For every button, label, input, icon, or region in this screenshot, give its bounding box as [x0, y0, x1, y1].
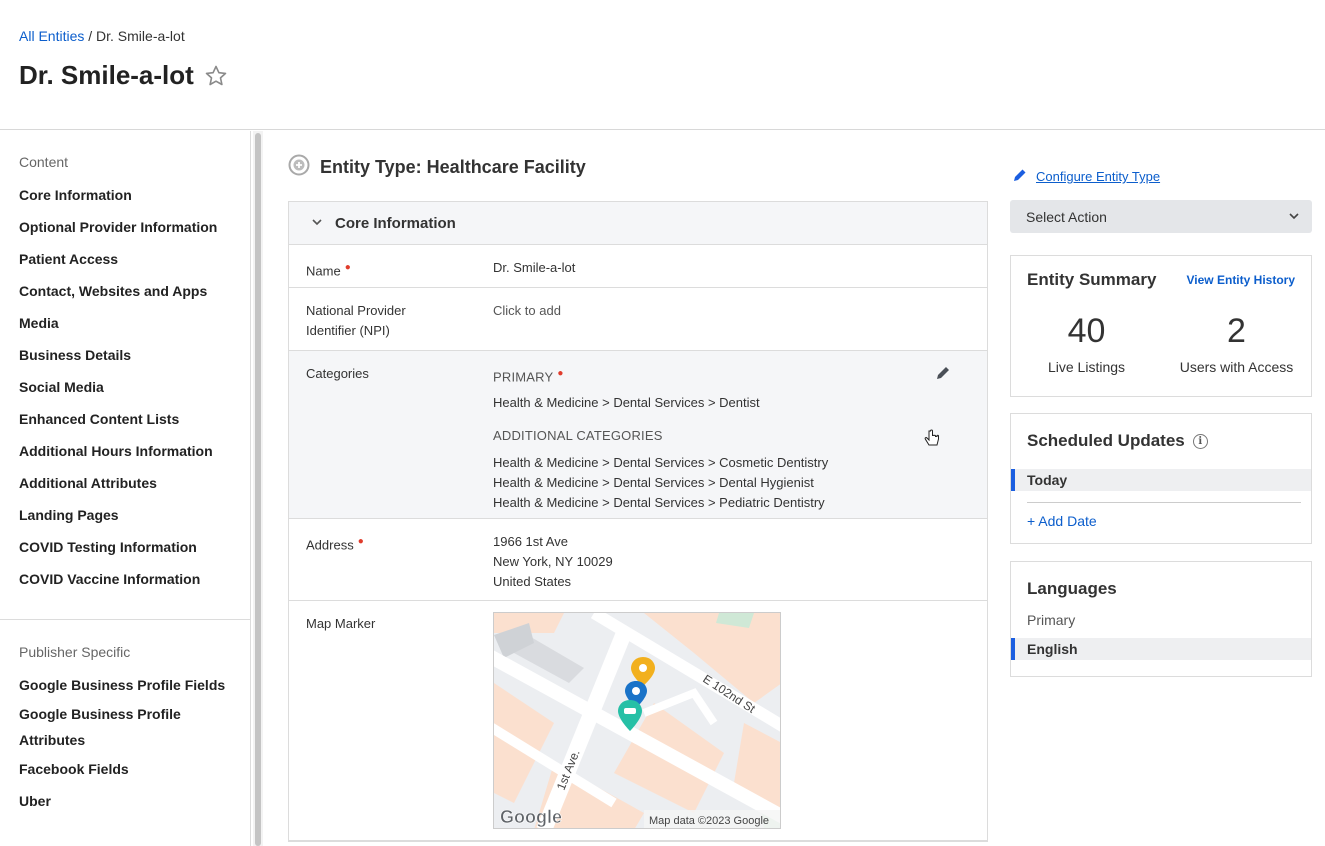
- star-icon[interactable]: [204, 64, 228, 88]
- scheduled-today-row[interactable]: Today: [1011, 469, 1311, 491]
- sidebar-item-contact-websites-apps[interactable]: Contact, Websites and Apps: [0, 275, 250, 307]
- sidebar-item-uber[interactable]: Uber: [0, 785, 250, 817]
- address-row[interactable]: Address ● 1966 1st Ave New York, NY 10029…: [289, 519, 987, 601]
- categories-value: PRIMARY ● Health & Medicine > Dental Serv…: [476, 351, 987, 518]
- required-dot-icon: ●: [357, 536, 364, 547]
- address-value[interactable]: 1966 1st Ave New York, NY 10029 United S…: [476, 519, 987, 600]
- address-label-wrap: Address ●: [289, 519, 476, 600]
- page-title: Dr. Smile-a-lot: [19, 60, 194, 90]
- entity-type-label: Entity Type: Healthcare Facility: [320, 157, 586, 177]
- map-google-logo: Google: [500, 807, 562, 827]
- sidebar-item-social-media[interactable]: Social Media: [0, 371, 250, 403]
- name-label: Name: [306, 263, 341, 279]
- scheduled-updates-title-wrap: Scheduled Updates i: [1027, 431, 1208, 451]
- sidebar-content-title: Content: [19, 154, 69, 170]
- languages-panel: Languages Primary English: [1010, 561, 1312, 677]
- info-icon[interactable]: i: [1192, 433, 1208, 449]
- languages-title: Languages: [1027, 579, 1117, 598]
- configure-entity-type-label[interactable]: Configure Entity Type: [1036, 169, 1160, 184]
- scrollbar-thumb[interactable]: [255, 133, 261, 846]
- sidebar-item-patient-access[interactable]: Patient Access: [0, 243, 250, 275]
- entity-summary-panel: Entity Summary View Entity History 40 Li…: [1010, 255, 1312, 397]
- pencil-icon[interactable]: [934, 364, 952, 382]
- sidebar: Content Core Information Optional Provid…: [0, 131, 251, 846]
- categories-row[interactable]: Categories PRIMARY ● Health & Medicine > …: [289, 351, 987, 519]
- sidebar-item-google-business-profile-fields[interactable]: Google Business Profile Fields: [0, 669, 250, 701]
- core-information-title: Core Information: [335, 214, 456, 232]
- address-line: New York, NY 10029: [493, 554, 613, 569]
- required-dot-icon: ●: [344, 262, 351, 273]
- select-action-dropdown[interactable]: Select Action: [1010, 200, 1312, 233]
- pencil-icon: [1012, 167, 1028, 186]
- configure-entity-type-link[interactable]: Configure Entity Type: [1012, 167, 1160, 186]
- sidebar-item-enhanced-content-lists[interactable]: Enhanced Content Lists: [0, 403, 250, 435]
- breadcrumb-all-entities-link[interactable]: All Entities: [19, 28, 84, 44]
- core-information-header[interactable]: Core Information: [289, 202, 987, 245]
- core-information-card: Core Information Name ● Dr. Smile-a-lot N…: [288, 201, 988, 842]
- categories-label: Categories: [306, 366, 369, 381]
- breadcrumb-current: Dr. Smile-a-lot: [96, 28, 185, 44]
- additional-category-item: Health & Medicine > Dental Services > Co…: [493, 455, 829, 471]
- additional-category-item: Health & Medicine > Dental Services > De…: [493, 475, 814, 491]
- primary-category-value: Health & Medicine > Dental Services > De…: [493, 395, 760, 411]
- view-entity-history-link[interactable]: View Entity History: [1187, 273, 1295, 287]
- users-with-access-count: 2: [1227, 312, 1246, 350]
- npi-value[interactable]: Click to add: [476, 288, 987, 350]
- languages-primary-label: Primary: [1027, 612, 1076, 628]
- name-row[interactable]: Name ● Dr. Smile-a-lot: [289, 245, 987, 288]
- sidebar-publisher-title: Publisher Specific: [19, 644, 131, 660]
- chevron-down-icon: [1288, 209, 1300, 225]
- sidebar-item-business-details[interactable]: Business Details: [0, 339, 250, 371]
- sidebar-item-google-business-profile-attributes[interactable]: Google Business Profile Attributes: [0, 701, 200, 753]
- scheduled-updates-panel: Scheduled Updates i Today + Add Date: [1010, 413, 1312, 544]
- add-date-button[interactable]: + Add Date: [1027, 513, 1097, 529]
- map-marker-value: E 102nd St 1st Ave. Google Map data ©202…: [476, 601, 987, 840]
- sidebar-item-covid-vaccine[interactable]: COVID Vaccine Information: [0, 563, 250, 595]
- map-preview[interactable]: E 102nd St 1st Ave. Google Map data ©202…: [493, 612, 781, 829]
- entity-summary-title: Entity Summary: [1027, 270, 1157, 289]
- npi-row[interactable]: National Provider Identifier (NPI) Click…: [289, 288, 987, 351]
- additional-categories-heading: ADDITIONAL CATEGORIES: [493, 428, 663, 444]
- primary-category-heading: PRIMARY: [493, 369, 554, 385]
- select-action-label: Select Action: [1026, 208, 1107, 225]
- name-value[interactable]: Dr. Smile-a-lot: [476, 245, 987, 287]
- sidebar-item-additional-attributes[interactable]: Additional Attributes: [0, 467, 250, 499]
- scheduled-divider: [1027, 502, 1301, 503]
- users-with-access-label: Users with Access: [1179, 359, 1294, 375]
- page-header: All Entities / Dr. Smile-a-lot Dr. Smile…: [0, 0, 1325, 130]
- map-marker-label: Map Marker: [306, 616, 376, 631]
- address-line: 1966 1st Ave: [493, 534, 568, 549]
- entity-type-heading: Entity Type: Healthcare Facility: [288, 154, 586, 181]
- npi-label: National Provider Identifier (NPI): [306, 303, 406, 338]
- chevron-down-icon[interactable]: [311, 215, 323, 232]
- breadcrumb: All Entities / Dr. Smile-a-lot: [19, 28, 185, 44]
- breadcrumb-separator: /: [84, 28, 97, 44]
- hand-cursor-icon: [924, 429, 940, 449]
- sidebar-item-core-information[interactable]: Core Information: [0, 179, 250, 211]
- sidebar-item-covid-testing[interactable]: COVID Testing Information: [0, 531, 250, 563]
- address-line: United States: [493, 574, 572, 589]
- additional-category-item: Health & Medicine > Dental Services > Pe…: [493, 495, 825, 511]
- sidebar-item-optional-provider-information[interactable]: Optional Provider Information: [0, 211, 250, 243]
- page-title-wrap: Dr. Smile-a-lot: [19, 60, 228, 91]
- sidebar-item-landing-pages[interactable]: Landing Pages: [0, 499, 250, 531]
- live-listings-stat[interactable]: 40 Live Listings: [1011, 312, 1162, 375]
- sidebar-scrollbar[interactable]: [253, 131, 263, 846]
- required-dot-icon: ●: [557, 368, 564, 379]
- language-item-english[interactable]: English: [1011, 638, 1311, 660]
- entity-type-icon: [288, 154, 310, 181]
- name-label-wrap: Name ●: [289, 245, 476, 287]
- address-label: Address: [306, 537, 354, 553]
- sidebar-item-additional-hours[interactable]: Additional Hours Information: [0, 435, 250, 467]
- live-listings-count: 40: [1067, 312, 1106, 350]
- scheduled-updates-title: Scheduled Updates: [1027, 431, 1185, 450]
- map-marker-row[interactable]: Map Marker E 102nd St 1st Ave. Google Ma…: [289, 601, 987, 841]
- sidebar-item-facebook-fields[interactable]: Facebook Fields: [0, 753, 250, 785]
- users-with-access-stat[interactable]: 2 Users with Access: [1161, 312, 1312, 375]
- map-attribution: Map data ©2023 Google: [649, 815, 769, 827]
- live-listings-label: Live Listings: [1047, 359, 1126, 375]
- sidebar-item-media[interactable]: Media: [0, 307, 250, 339]
